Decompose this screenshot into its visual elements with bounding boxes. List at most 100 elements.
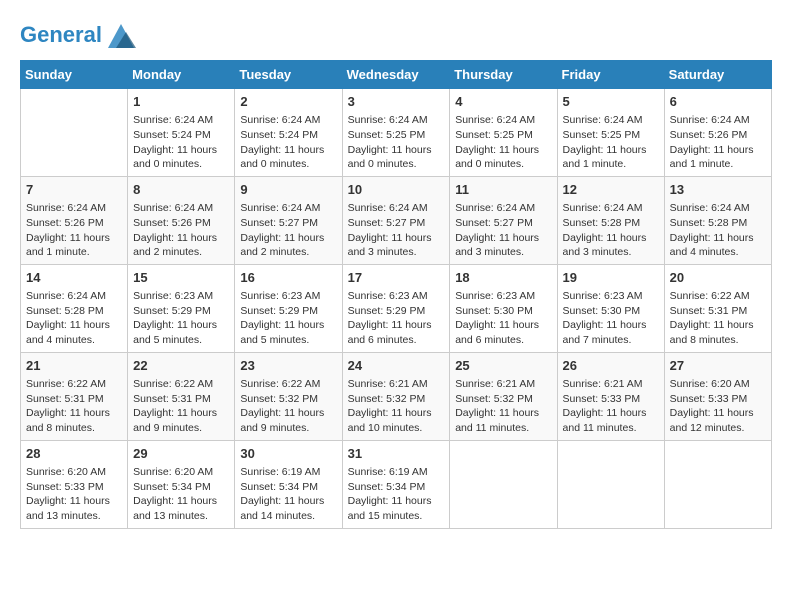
day-number: 5 bbox=[563, 93, 659, 111]
day-number: 18 bbox=[455, 269, 551, 287]
calendar-cell: 10Sunrise: 6:24 AMSunset: 5:27 PMDayligh… bbox=[342, 176, 450, 264]
day-number: 23 bbox=[240, 357, 336, 375]
cell-info: Sunrise: 6:23 AM bbox=[133, 289, 229, 304]
day-number: 26 bbox=[563, 357, 659, 375]
calendar-cell: 22Sunrise: 6:22 AMSunset: 5:31 PMDayligh… bbox=[128, 352, 235, 440]
cell-info: Sunset: 5:32 PM bbox=[240, 392, 336, 407]
header-cell-friday: Friday bbox=[557, 61, 664, 89]
calendar-cell: 9Sunrise: 6:24 AMSunset: 5:27 PMDaylight… bbox=[235, 176, 342, 264]
cell-info: Daylight: 11 hours and 8 minutes. bbox=[670, 318, 766, 347]
cell-info: Sunset: 5:25 PM bbox=[348, 128, 445, 143]
calendar-body: 1Sunrise: 6:24 AMSunset: 5:24 PMDaylight… bbox=[21, 89, 772, 529]
calendar-cell: 18Sunrise: 6:23 AMSunset: 5:30 PMDayligh… bbox=[450, 264, 557, 352]
cell-info: Daylight: 11 hours and 2 minutes. bbox=[133, 231, 229, 260]
calendar-cell: 4 Sunrise: 6:24 AMSunset: 5:25 PMDaylight… bbox=[450, 89, 557, 177]
calendar-cell bbox=[450, 440, 557, 528]
calendar-cell: 19Sunrise: 6:23 AMSunset: 5:30 PMDayligh… bbox=[557, 264, 664, 352]
cell-info: Sunset: 5:24 PM bbox=[240, 128, 336, 143]
day-number: 4 bbox=[455, 93, 551, 111]
cell-info: Sunrise: 6:19 AM bbox=[348, 465, 445, 480]
calendar-cell: 7Sunrise: 6:24 AMSunset: 5:26 PMDaylight… bbox=[21, 176, 128, 264]
calendar-cell: 15Sunrise: 6:23 AMSunset: 5:29 PMDayligh… bbox=[128, 264, 235, 352]
calendar-cell: 11Sunrise: 6:24 AMSunset: 5:27 PMDayligh… bbox=[450, 176, 557, 264]
cell-info: Sunrise: 6:24 AM bbox=[26, 201, 122, 216]
cell-info: Sunrise: 6:24 AM bbox=[133, 113, 229, 128]
cell-info: Daylight: 11 hours and 0 minutes. bbox=[240, 143, 336, 172]
header-cell-thursday: Thursday bbox=[450, 61, 557, 89]
cell-info: Sunrise: 6:24 AM bbox=[455, 113, 551, 128]
cell-info: Sunrise: 6:23 AM bbox=[348, 289, 445, 304]
cell-info: Daylight: 11 hours and 6 minutes. bbox=[455, 318, 551, 347]
day-number: 6 bbox=[670, 93, 766, 111]
week-row-5: 28Sunrise: 6:20 AMSunset: 5:33 PMDayligh… bbox=[21, 440, 772, 528]
cell-info: Sunset: 5:31 PM bbox=[26, 392, 122, 407]
calendar-cell: 16Sunrise: 6:23 AMSunset: 5:29 PMDayligh… bbox=[235, 264, 342, 352]
calendar-cell: 13Sunrise: 6:24 AMSunset: 5:28 PMDayligh… bbox=[664, 176, 771, 264]
cell-info: Sunset: 5:26 PM bbox=[670, 128, 766, 143]
cell-info: Sunrise: 6:24 AM bbox=[133, 201, 229, 216]
cell-info: Daylight: 11 hours and 9 minutes. bbox=[240, 406, 336, 435]
cell-info: Sunrise: 6:20 AM bbox=[670, 377, 766, 392]
logo-line1: General bbox=[20, 20, 136, 50]
header-cell-tuesday: Tuesday bbox=[235, 61, 342, 89]
day-number: 10 bbox=[348, 181, 445, 199]
cell-info: Daylight: 11 hours and 7 minutes. bbox=[563, 318, 659, 347]
calendar-cell: 5Sunrise: 6:24 AMSunset: 5:25 PMDaylight… bbox=[557, 89, 664, 177]
day-number: 29 bbox=[133, 445, 229, 463]
day-number: 24 bbox=[348, 357, 445, 375]
cell-info: Sunrise: 6:21 AM bbox=[563, 377, 659, 392]
header-cell-sunday: Sunday bbox=[21, 61, 128, 89]
cell-info: Daylight: 11 hours and 1 minute. bbox=[563, 143, 659, 172]
cell-info: Sunset: 5:33 PM bbox=[26, 480, 122, 495]
calendar-header: SundayMondayTuesdayWednesdayThursdayFrid… bbox=[21, 61, 772, 89]
cell-info: Daylight: 11 hours and 11 minutes. bbox=[563, 406, 659, 435]
cell-info: Sunrise: 6:22 AM bbox=[26, 377, 122, 392]
cell-info: Sunrise: 6:23 AM bbox=[240, 289, 336, 304]
cell-info: Sunset: 5:26 PM bbox=[133, 216, 229, 231]
calendar-cell bbox=[664, 440, 771, 528]
day-number: 9 bbox=[240, 181, 336, 199]
cell-info: Sunset: 5:27 PM bbox=[240, 216, 336, 231]
cell-info: Sunset: 5:31 PM bbox=[670, 304, 766, 319]
header-cell-monday: Monday bbox=[128, 61, 235, 89]
day-number: 1 bbox=[133, 93, 229, 111]
cell-info: Sunset: 5:24 PM bbox=[133, 128, 229, 143]
calendar-cell: 24Sunrise: 6:21 AMSunset: 5:32 PMDayligh… bbox=[342, 352, 450, 440]
cell-info: Sunrise: 6:22 AM bbox=[133, 377, 229, 392]
cell-info: Daylight: 11 hours and 4 minutes. bbox=[26, 318, 122, 347]
calendar-cell: 23Sunrise: 6:22 AMSunset: 5:32 PMDayligh… bbox=[235, 352, 342, 440]
day-number: 22 bbox=[133, 357, 229, 375]
cell-info: Sunrise: 6:24 AM bbox=[240, 113, 336, 128]
cell-info: Daylight: 11 hours and 14 minutes. bbox=[240, 494, 336, 523]
cell-info: Daylight: 11 hours and 5 minutes. bbox=[240, 318, 336, 347]
cell-info: Sunset: 5:32 PM bbox=[348, 392, 445, 407]
cell-info: Daylight: 11 hours and 3 minutes. bbox=[563, 231, 659, 260]
cell-info: Daylight: 11 hours and 5 minutes. bbox=[133, 318, 229, 347]
day-number: 27 bbox=[670, 357, 766, 375]
cell-info: Sunset: 5:28 PM bbox=[26, 304, 122, 319]
cell-info: Daylight: 11 hours and 3 minutes. bbox=[348, 231, 445, 260]
day-number: 31 bbox=[348, 445, 445, 463]
cell-info: Sunset: 5:25 PM bbox=[455, 128, 551, 143]
week-row-3: 14Sunrise: 6:24 AMSunset: 5:28 PMDayligh… bbox=[21, 264, 772, 352]
day-number: 15 bbox=[133, 269, 229, 287]
logo-icon bbox=[106, 20, 136, 50]
header-cell-wednesday: Wednesday bbox=[342, 61, 450, 89]
cell-info: Sunset: 5:32 PM bbox=[455, 392, 551, 407]
day-number: 8 bbox=[133, 181, 229, 199]
day-number: 3 bbox=[348, 93, 445, 111]
cell-info: Daylight: 11 hours and 2 minutes. bbox=[240, 231, 336, 260]
day-number: 11 bbox=[455, 181, 551, 199]
day-number: 25 bbox=[455, 357, 551, 375]
cell-info: Sunrise: 6:23 AM bbox=[563, 289, 659, 304]
calendar-cell: 6Sunrise: 6:24 AMSunset: 5:26 PMDaylight… bbox=[664, 89, 771, 177]
calendar-cell: 28Sunrise: 6:20 AMSunset: 5:33 PMDayligh… bbox=[21, 440, 128, 528]
cell-info: Sunrise: 6:21 AM bbox=[348, 377, 445, 392]
calendar-cell: 20Sunrise: 6:22 AMSunset: 5:31 PMDayligh… bbox=[664, 264, 771, 352]
calendar-cell: 17Sunrise: 6:23 AMSunset: 5:29 PMDayligh… bbox=[342, 264, 450, 352]
calendar-cell: 21Sunrise: 6:22 AMSunset: 5:31 PMDayligh… bbox=[21, 352, 128, 440]
cell-info: Daylight: 11 hours and 9 minutes. bbox=[133, 406, 229, 435]
day-number: 2 bbox=[240, 93, 336, 111]
cell-info: Daylight: 11 hours and 0 minutes. bbox=[455, 143, 551, 172]
cell-info: Daylight: 11 hours and 13 minutes. bbox=[26, 494, 122, 523]
